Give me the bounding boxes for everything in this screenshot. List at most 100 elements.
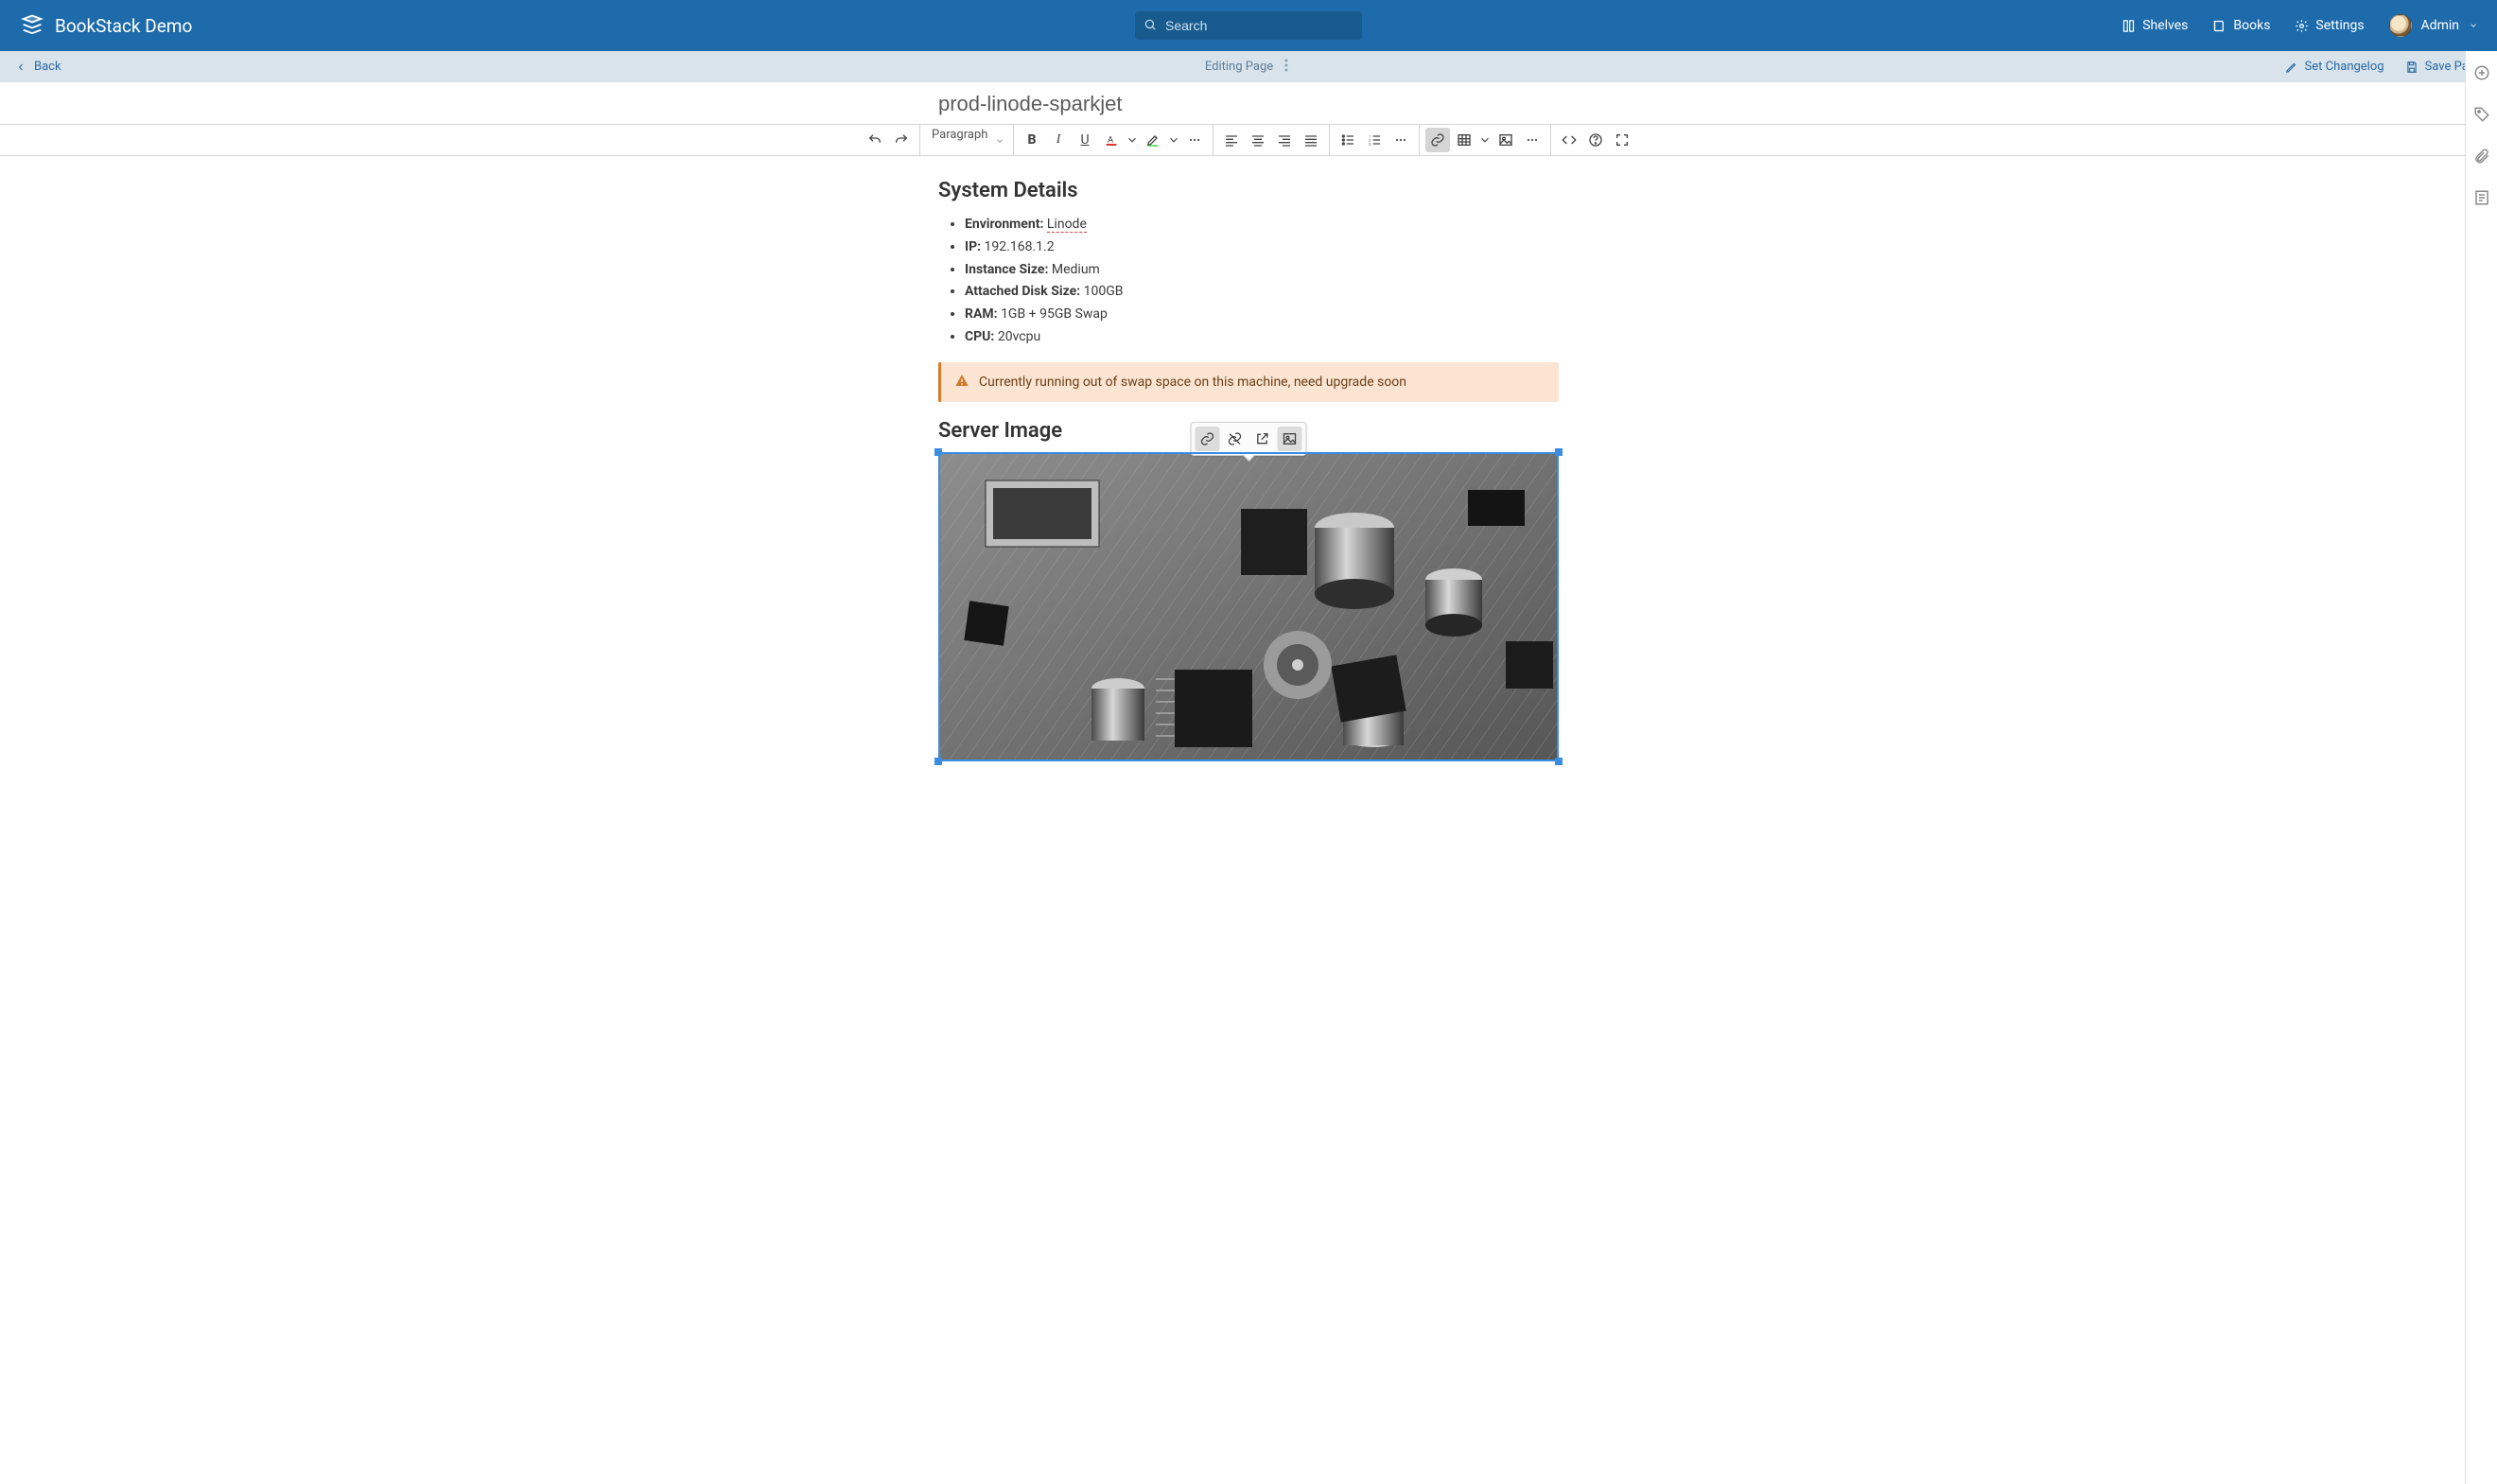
chevron-down-icon [2469, 21, 2478, 30]
gear-icon [2295, 19, 2309, 33]
selected-image[interactable] [938, 452, 1559, 761]
bold-icon: B [1028, 132, 1037, 148]
editing-status: Editing Page [1205, 60, 1273, 74]
detail-value: 192.168.1.2 [985, 239, 1055, 254]
table-button[interactable] [1452, 128, 1476, 152]
nav-books[interactable]: Books [2212, 18, 2270, 33]
text-color-icon: A [1104, 132, 1119, 148]
link-icon [1430, 132, 1445, 148]
bullet-list-button[interactable] [1336, 128, 1360, 152]
nav-settings[interactable]: Settings [2295, 18, 2364, 33]
pencil-icon [2285, 61, 2298, 74]
set-changelog-button[interactable]: Set Changelog [2285, 60, 2384, 74]
align-left-icon [1224, 132, 1239, 148]
detail-key: RAM: [965, 306, 1001, 322]
source-code-button[interactable] [1557, 128, 1581, 152]
chevron-down-icon [1126, 132, 1139, 148]
image-popover [1191, 422, 1307, 456]
search-container [1135, 11, 1362, 40]
redo-icon [894, 132, 909, 148]
underline-button[interactable]: U [1073, 128, 1097, 152]
highlight-button[interactable] [1141, 128, 1165, 152]
chevron-down-icon [1167, 132, 1180, 148]
popover-unlink-button[interactable] [1223, 427, 1248, 451]
table-caret[interactable] [1478, 128, 1492, 152]
list-overflow-button[interactable] [1388, 128, 1413, 152]
rail-add-button[interactable] [2473, 64, 2490, 81]
text-color-caret[interactable] [1126, 128, 1139, 152]
detail-value-link[interactable]: Linode [1047, 217, 1087, 233]
align-justify-icon [1303, 132, 1318, 148]
list-item: Attached Disk Size: 100GB [965, 281, 1559, 304]
italic-button[interactable]: I [1046, 128, 1071, 152]
editing-mode-menu[interactable] [1281, 57, 1292, 78]
popover-image-options-button[interactable] [1278, 427, 1302, 451]
nav-books-label: Books [2233, 18, 2270, 33]
back-link[interactable]: Back [15, 60, 61, 74]
align-right-button[interactable] [1272, 128, 1297, 152]
detail-key: Attached Disk Size: [965, 284, 1084, 299]
template-icon [2473, 189, 2490, 206]
image-icon [1498, 132, 1513, 148]
user-name: Admin [2421, 18, 2459, 33]
italic-icon: I [1056, 132, 1061, 148]
detail-key: CPU: [965, 329, 998, 344]
help-button[interactable] [1583, 128, 1608, 152]
redo-button[interactable] [889, 128, 914, 152]
popover-link-button[interactable] [1196, 427, 1220, 451]
search-icon [1144, 18, 1157, 35]
kebab-icon [1284, 59, 1288, 72]
editor-toolbar: Paragraph B I U A 123 [0, 124, 2497, 156]
logo-icon [19, 12, 45, 39]
system-details-list: Environment: Linode IP: 192.168.1.2 Instan… [938, 214, 1559, 349]
chevron-down-icon [1478, 132, 1492, 148]
align-left-button[interactable] [1219, 128, 1244, 152]
editor-body[interactable]: System Details Environment: LinodeIP: 19… [938, 179, 1559, 761]
nav-settings-label: Settings [2315, 18, 2364, 33]
page-title-input[interactable] [938, 92, 1559, 116]
bold-button[interactable]: B [1020, 128, 1044, 152]
fullscreen-button[interactable] [1610, 128, 1634, 152]
insert-overflow-button[interactable] [1520, 128, 1545, 152]
back-label: Back [34, 60, 61, 74]
page-title-row [938, 82, 1559, 124]
rail-templates-button[interactable] [2473, 189, 2490, 206]
align-justify-button[interactable] [1299, 128, 1323, 152]
subheader: Back Editing Page Set Changelog Save Pag… [0, 51, 2497, 82]
nav-shelves[interactable]: Shelves [2122, 18, 2188, 33]
detail-key: Environment: [965, 217, 1047, 232]
detail-value: 20vcpu [998, 329, 1040, 344]
link-button[interactable] [1425, 128, 1450, 152]
detail-key: Instance Size: [965, 262, 1052, 277]
rail-attachments-button[interactable] [2473, 148, 2490, 165]
popover-open-button[interactable] [1250, 427, 1275, 451]
number-list-button[interactable]: 123 [1362, 128, 1387, 152]
link-icon [1200, 431, 1215, 446]
warning-icon [954, 373, 969, 392]
block-format-label: Paragraph [926, 128, 1003, 152]
undo-icon [867, 132, 882, 148]
highlight-caret[interactable] [1167, 128, 1180, 152]
brand-name: BookStack Demo [55, 15, 192, 37]
list-item: Instance Size: Medium [965, 259, 1559, 282]
set-changelog-label: Set Changelog [2305, 60, 2384, 74]
user-menu[interactable]: Admin [2389, 14, 2478, 37]
text-color-button[interactable]: A [1099, 128, 1124, 152]
format-overflow-button[interactable] [1182, 128, 1207, 152]
search-input[interactable] [1135, 11, 1362, 40]
image-icon [1283, 431, 1298, 446]
unlink-icon [1228, 431, 1243, 446]
align-right-icon [1277, 132, 1292, 148]
image-button[interactable] [1493, 128, 1518, 152]
brand[interactable]: BookStack Demo [19, 12, 192, 39]
plus-circle-icon [2473, 64, 2490, 81]
undo-button[interactable] [863, 128, 887, 152]
rail-tags-button[interactable] [2473, 106, 2490, 123]
block-format-select[interactable]: Paragraph [926, 128, 1007, 152]
highlight-icon [1145, 132, 1161, 148]
book-icon [2212, 19, 2226, 33]
header-nav: Shelves Books Settings Admin [2122, 14, 2478, 37]
underline-icon: U [1080, 132, 1089, 148]
align-center-button[interactable] [1246, 128, 1270, 152]
detail-key: IP: [965, 239, 985, 254]
